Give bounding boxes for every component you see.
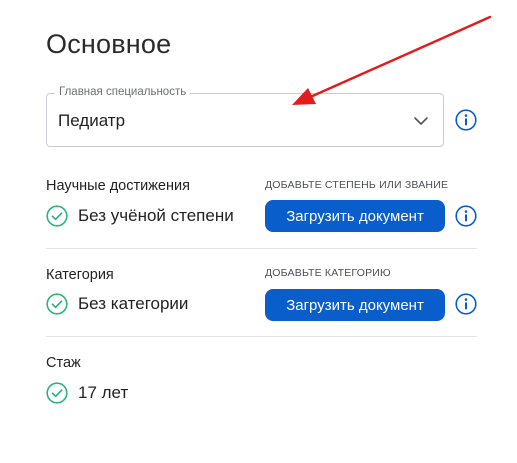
annotation-arrow	[292, 15, 492, 105]
